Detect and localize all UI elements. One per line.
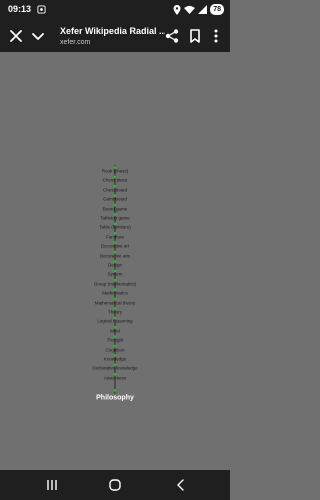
graph-node-label[interactable]: Board game xyxy=(103,206,128,211)
graph-node-dot[interactable] xyxy=(113,388,117,392)
graph-node-label[interactable]: Mind xyxy=(110,328,120,333)
graph-node-label[interactable]: Mathematical theory xyxy=(95,300,136,305)
graph-node-target[interactable]: Philosophy xyxy=(96,394,134,401)
graph-node-label[interactable]: Chessboard xyxy=(103,187,127,192)
recent-apps-icon[interactable] xyxy=(45,478,59,492)
graph-node-label[interactable]: Awareness xyxy=(104,375,126,380)
radial-graph[interactable]: Rook (chess) Chess piece Chessboard Gameboa… xyxy=(0,52,230,470)
graph-node-label[interactable]: Group (mathematics) xyxy=(94,281,136,286)
graph-node-label[interactable]: Furniture xyxy=(106,234,124,239)
wifi-icon xyxy=(184,5,196,14)
graph-canvas xyxy=(113,165,117,394)
back-icon[interactable] xyxy=(174,478,188,492)
bookmark-icon[interactable] xyxy=(187,28,203,44)
graph-node-label[interactable]: Declarative knowledge xyxy=(92,366,137,371)
graph-node-label[interactable]: Chess piece xyxy=(103,178,128,183)
screenshot-icon xyxy=(37,5,46,14)
graph-node-label[interactable]: Knowledge xyxy=(104,357,126,362)
battery-icon: 78 xyxy=(210,4,224,15)
location-icon xyxy=(173,4,181,15)
page-url: xefer.com xyxy=(60,39,91,46)
home-icon[interactable] xyxy=(108,478,122,492)
graph-node-label[interactable]: System xyxy=(107,272,122,277)
system-nav-bar xyxy=(0,470,230,500)
graph-node-label[interactable]: Decorative arts xyxy=(100,253,130,258)
share-icon[interactable] xyxy=(164,28,180,44)
more-vert-icon[interactable] xyxy=(208,28,224,44)
graph-node-label[interactable]: Design xyxy=(108,263,122,268)
chevron-down-icon[interactable] xyxy=(30,28,46,44)
graph-node-label[interactable]: Mathematics xyxy=(102,291,128,296)
graph-node-label[interactable]: Decorative art xyxy=(101,244,129,249)
graph-node-label[interactable]: Cognition xyxy=(105,347,124,352)
status-time: 09:13 xyxy=(8,4,32,14)
page-title: Xefer Wikipedia Radial ... xyxy=(60,26,165,36)
graph-node-label[interactable]: Rook (chess) xyxy=(102,169,129,174)
graph-node-label[interactable]: Table (furniture) xyxy=(99,225,131,230)
graph-node-label[interactable]: Logical reasoning xyxy=(97,319,132,324)
status-bar: 09:13 78 xyxy=(0,0,230,20)
graph-node-label[interactable]: Gameboard xyxy=(103,197,127,202)
graph-node-label[interactable]: Thought xyxy=(107,338,124,343)
close-icon[interactable] xyxy=(8,28,24,44)
browser-toolbar: Xefer Wikipedia Radial ... xefer.com xyxy=(0,20,230,52)
graph-node-label[interactable]: Theory xyxy=(108,310,122,315)
status-icons: 78 xyxy=(173,4,224,15)
signal-icon xyxy=(198,5,208,14)
graph-node-label[interactable]: Tabletop game xyxy=(100,216,130,221)
